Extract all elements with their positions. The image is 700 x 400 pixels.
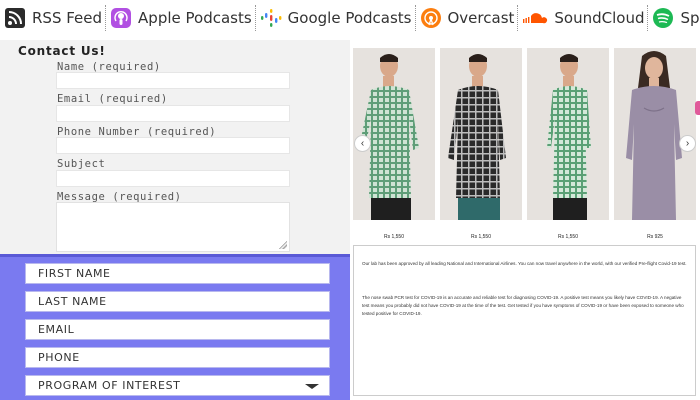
podcast-label: SoundCloud xyxy=(554,9,645,27)
podcast-link-rss[interactable]: RSS Feed xyxy=(0,0,105,36)
subject-label: Subject xyxy=(57,158,106,170)
podcast-links-bar: RSS Feed Apple Podcasts Google Podcasts … xyxy=(0,0,700,36)
contact-title: Contact Us! xyxy=(18,44,106,58)
product-price: Rs 1,550 xyxy=(470,234,491,240)
podcast-link-overcast[interactable]: Overcast xyxy=(416,0,518,36)
covid-paragraph: Our lab has been approved by all leading… xyxy=(362,261,687,266)
covid-paragraph: The nose swab PCR test for COVID-19 is a… xyxy=(362,295,684,316)
program-select-label: PROGRAM OF INTEREST xyxy=(38,379,181,392)
product-price: Rs 1,550 xyxy=(383,234,404,240)
soundcloud-icon xyxy=(522,7,548,29)
program-form: FIRST NAME LAST NAME EMAIL PHONE PROGRAM… xyxy=(0,254,350,400)
chevron-right-icon: › xyxy=(685,138,690,149)
product-card[interactable]: Rs 1,550 xyxy=(353,48,435,240)
product-card[interactable]: Rs 1,550 xyxy=(527,48,609,240)
product-card[interactable]: Rs 925 xyxy=(614,48,696,240)
phone-field[interactable]: PHONE xyxy=(25,347,330,368)
google-podcasts-icon xyxy=(260,7,282,29)
podcast-label: Google Podcasts xyxy=(287,9,412,27)
carousel-next-button[interactable]: › xyxy=(679,135,696,152)
overcast-icon xyxy=(420,7,442,29)
podcast-label: RSS Feed xyxy=(32,9,103,27)
name-input[interactable] xyxy=(56,72,290,89)
side-tab[interactable] xyxy=(695,101,700,115)
product-card[interactable]: Rs 1,550 xyxy=(440,48,522,240)
spotify-icon xyxy=(652,7,674,29)
carousel-prev-button[interactable]: ‹ xyxy=(354,135,371,152)
email-field[interactable]: EMAIL xyxy=(25,319,330,340)
resize-handle-icon[interactable] xyxy=(279,241,287,249)
subject-input[interactable] xyxy=(56,170,290,187)
email-label: Email (required) xyxy=(57,93,168,105)
podcast-link-spotify[interactable]: Spotify xyxy=(648,0,700,36)
chevron-down-icon xyxy=(305,384,319,389)
product-price: Rs 925 xyxy=(647,234,663,240)
phone-input[interactable] xyxy=(56,137,290,154)
podcast-label: Spotify xyxy=(680,9,700,27)
program-select[interactable]: PROGRAM OF INTEREST xyxy=(25,375,330,396)
covid-info-box: Our lab has been approved by all leading… xyxy=(353,245,696,396)
product-image[interactable] xyxy=(353,48,435,220)
product-price: Rs 1,550 xyxy=(557,234,578,240)
email-input[interactable] xyxy=(56,105,290,122)
podcast-link-soundcloud[interactable]: SoundCloud xyxy=(518,0,647,36)
last-name-field[interactable]: LAST NAME xyxy=(25,291,330,312)
apple-podcasts-icon xyxy=(110,7,132,29)
first-name-field[interactable]: FIRST NAME xyxy=(25,263,330,284)
podcast-label: Apple Podcasts xyxy=(138,9,252,27)
message-textarea[interactable] xyxy=(56,202,290,252)
podcast-label: Overcast xyxy=(447,9,515,27)
product-image[interactable] xyxy=(527,48,609,220)
product-carousel: Rs 1,550 Rs 1,550 Rs 1,550 Rs 925 ‹ › xyxy=(350,40,700,245)
podcast-link-google[interactable]: Google Podcasts xyxy=(256,0,415,36)
chevron-left-icon: ‹ xyxy=(360,138,365,149)
rss-icon xyxy=(4,7,26,29)
product-image[interactable] xyxy=(440,48,522,220)
podcast-link-apple[interactable]: Apple Podcasts xyxy=(106,0,255,36)
product-image[interactable] xyxy=(614,48,696,220)
contact-form: Contact Us! Name (required) Email (requi… xyxy=(0,40,350,254)
